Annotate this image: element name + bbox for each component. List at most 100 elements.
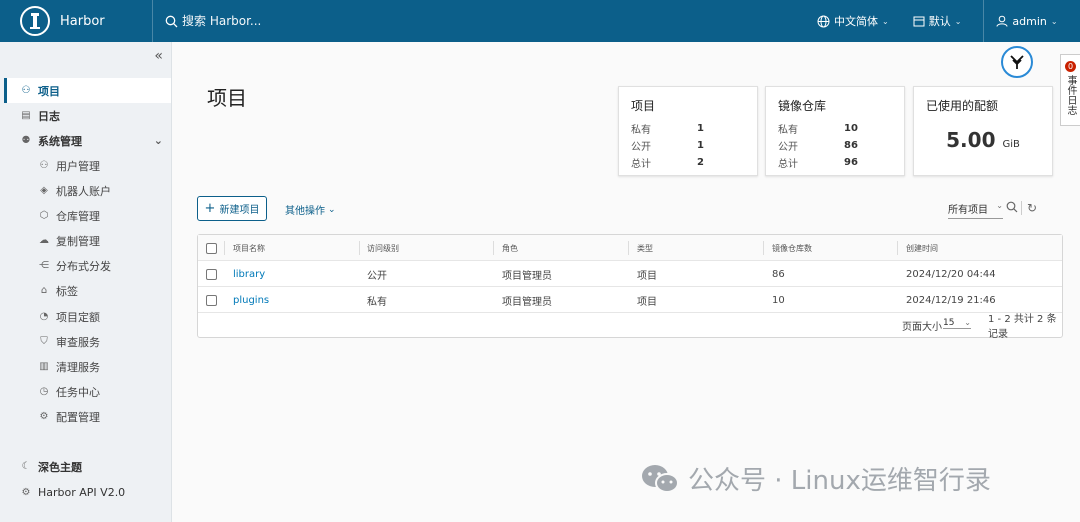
sidebar-item-label: 分布式分发 [56, 259, 111, 273]
search-input[interactable] [182, 14, 482, 28]
page-size-select[interactable]: 15 ⌄ [943, 318, 971, 329]
sidebar-item-label: 任务中心 [56, 385, 100, 399]
sidebar-item-label: 仓库管理 [56, 209, 100, 223]
sidebar-item-distribution[interactable]: ⋲ 分布式分发 [4, 253, 171, 278]
sidebar-item-label: 审查服务 [56, 335, 100, 349]
row-label: 私有 [778, 125, 798, 136]
harbor-logo-icon[interactable] [20, 6, 50, 36]
column-divider [628, 241, 629, 255]
api-explorer-link[interactable]: ⚙ Harbor API V2.0 [4, 480, 171, 505]
sidebar-item-interrogation[interactable]: ⛉ 审查服务 [4, 329, 171, 354]
sidebar-item-admin[interactable]: ⚉ 系统管理 ⌄ [4, 128, 171, 153]
sidebar-item-logs[interactable]: ▤ 日志 [4, 103, 171, 128]
sidebar-item-users[interactable]: ⚇ 用户管理 [4, 153, 171, 178]
new-project-label: 新建项目 [219, 205, 260, 216]
event-log-tab[interactable]: 0 事件日志 [1060, 54, 1080, 126]
sidebar-item-label: 项目 [38, 84, 60, 98]
toolbar-divider [1021, 201, 1022, 215]
collapse-sidebar-icon[interactable]: « [154, 48, 163, 64]
sidebar-item-quotas[interactable]: ◔ 项目定额 [4, 304, 171, 329]
column-header[interactable]: 项目名称 [233, 235, 265, 261]
card-row: 公开 86 [778, 137, 892, 154]
card-row: 总计 96 [778, 154, 892, 171]
row-label: 总计 [631, 159, 651, 170]
page-size-label: 页面大小 [902, 321, 942, 333]
sidebar-item-labels[interactable]: ⌂ 标签 [4, 278, 171, 303]
role: 项目管理员 [502, 270, 552, 282]
sidebar-item-replication[interactable]: ☁ 复制管理 [4, 228, 171, 253]
column-divider [493, 241, 494, 255]
repo-count: 10 [772, 294, 785, 306]
gear-icon: ⚙ [39, 411, 49, 422]
dark-theme-label: 深色主题 [38, 460, 82, 474]
row-checkbox[interactable] [206, 261, 217, 287]
sidebar-item-jobs[interactable]: ◷ 任务中心 [4, 379, 171, 404]
project-filter-select[interactable]: 所有项目 ⌄ [948, 201, 1003, 219]
chevron-down-icon: ⌄ [153, 134, 163, 147]
sidebar-item-registries[interactable]: ⬡ 仓库管理 [4, 203, 171, 228]
other-actions-dropdown[interactable]: 其他操作 ⌄ [285, 202, 336, 218]
row-checkbox[interactable] [206, 287, 217, 313]
sidebar-item-projects[interactable]: ⚇ 项目 [4, 78, 171, 103]
header-divider [152, 0, 153, 42]
row-label: 私有 [631, 125, 651, 136]
chevron-down-icon: ⌄ [328, 204, 336, 215]
project-name-link[interactable]: plugins [233, 287, 269, 313]
sidebar-item-label: 日志 [38, 109, 60, 123]
sidebar-item-robots[interactable]: ◈ 机器人账户 [4, 178, 171, 203]
chevron-down-icon: ⌄ [954, 16, 962, 26]
row-value: 1 [697, 140, 704, 151]
project-name-link[interactable]: library [233, 261, 265, 287]
card-title: 镜像仓库 [778, 99, 827, 113]
date-format-label: 默认 [928, 15, 951, 28]
repos-summary-card: 镜像仓库 私有 10 公开 86 总计 96 [765, 86, 905, 176]
search-icon[interactable] [1006, 201, 1018, 216]
projects-icon: ⚇ [21, 85, 31, 96]
top-header: Harbor 中文简体 ⌄ 默认 ⌄ admin ⌄ [0, 0, 1080, 42]
column-header[interactable]: 创建时间 [906, 235, 938, 261]
project-type: 项目 [637, 296, 657, 308]
new-project-button[interactable]: + 新建项目 [197, 196, 267, 221]
search-icon [165, 15, 178, 27]
globe-icon [817, 15, 830, 27]
chevron-down-icon: ⌄ [964, 318, 971, 327]
language-selector[interactable]: 中文简体 ⌄ [805, 0, 901, 42]
column-header[interactable]: 访问级别 [367, 235, 399, 261]
projects-summary-card: 项目 私有 1 公开 1 总计 2 [618, 86, 758, 176]
card-row: 私有 10 [778, 120, 892, 137]
tag-icon: ⌂ [40, 285, 48, 296]
column-divider [897, 241, 898, 255]
moon-icon: ☾ [21, 461, 31, 472]
refresh-icon[interactable]: ↻ [1027, 201, 1037, 215]
calendar-icon [913, 16, 925, 27]
product-avatar-icon[interactable] [1001, 46, 1033, 78]
brand-name[interactable]: Harbor [60, 14, 152, 29]
global-search[interactable] [165, 14, 805, 28]
column-header[interactable]: 角色 [502, 235, 518, 261]
role: 项目管理员 [502, 296, 552, 308]
sidebar-item-label: 复制管理 [56, 234, 100, 248]
chevron-down-icon: ⌄ [996, 201, 1003, 210]
quota-value: 5.00 GiB [926, 128, 1040, 152]
users-icon: ⚇ [39, 160, 49, 171]
sidebar-item-label: 系统管理 [38, 134, 82, 148]
api-icon: ⚙ [21, 487, 31, 498]
access-level: 公开 [367, 270, 387, 282]
user-menu[interactable]: admin ⌄ [984, 0, 1069, 42]
creation-time: 2024/12/19 21:46 [906, 294, 996, 306]
select-all-checkbox[interactable] [206, 235, 217, 261]
date-format-selector[interactable]: 默认 ⌄ [901, 0, 974, 42]
column-header[interactable]: 镜像仓库数 [772, 235, 812, 261]
sidebar-item-config[interactable]: ⚙ 配置管理 [4, 404, 171, 429]
page-size-value: 15 [943, 318, 955, 328]
table-header-row: 项目名称 访问级别 角色 类型 镜像仓库数 创建时间 [198, 235, 1062, 261]
registry-icon: ⬡ [39, 210, 49, 221]
column-header[interactable]: 类型 [637, 235, 653, 261]
sidebar: « ⚇ 项目 ▤ 日志 ⚉ 系统管理 ⌄ ⚇ 用户管理 ◈ 机器人账户 ⬡ 仓库… [0, 42, 172, 522]
row-label: 公开 [778, 142, 798, 153]
dark-theme-toggle[interactable]: ☾ 深色主题 [4, 454, 171, 479]
watermark-text: 公众号 · Linux运维智行录 [688, 466, 991, 496]
card-title: 已使用的配额 [926, 99, 999, 113]
quota-summary-card: 已使用的配额 5.00 GiB [913, 86, 1053, 176]
sidebar-item-cleanup[interactable]: ▥ 清理服务 [4, 354, 171, 379]
